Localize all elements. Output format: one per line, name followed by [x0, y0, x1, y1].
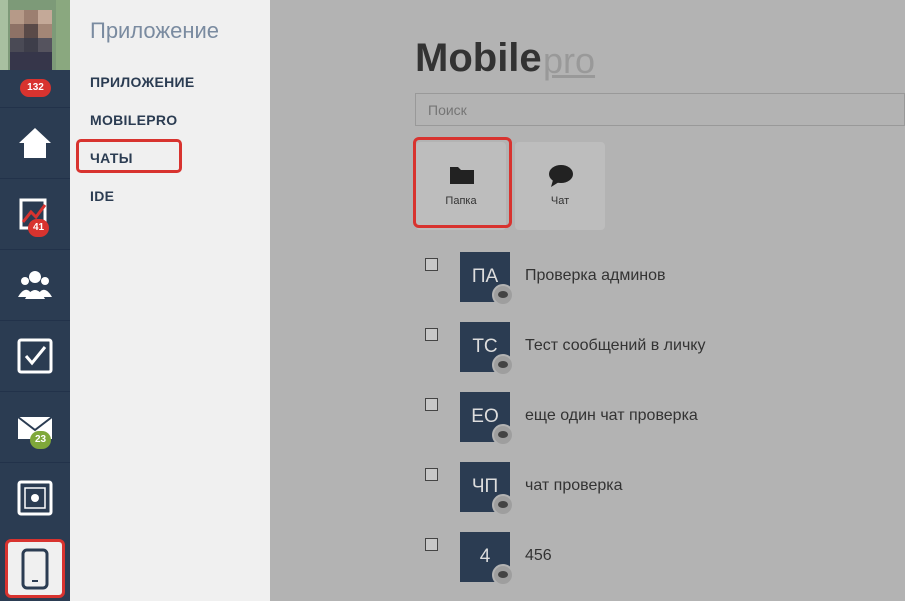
title-suffix-link[interactable]: pro	[543, 40, 595, 82]
search-input[interactable]	[415, 93, 905, 126]
rail-stats[interactable]: 41	[0, 178, 70, 249]
home-icon	[19, 128, 51, 158]
page-title: Mobile	[415, 36, 542, 80]
list-item[interactable]: ЧП чат проверка	[425, 462, 895, 516]
chat-initials: 4	[479, 546, 491, 567]
chat-avatar: ЧП	[460, 462, 514, 516]
folder-tile-highlight	[413, 137, 512, 228]
menu-item-mobilepro[interactable]: MOBILEPRO	[90, 112, 177, 128]
chat-initials: ЕО	[471, 406, 499, 427]
menu-item-app[interactable]: ПРИЛОЖЕНИЕ	[90, 74, 195, 90]
rail-mail[interactable]: 23	[0, 391, 70, 462]
secondary-menu: Приложение ПРИЛОЖЕНИЕ MOBILEPRO ЧАТЫ IDE	[70, 0, 270, 601]
row-checkbox[interactable]	[425, 538, 438, 551]
chat-bubble-icon	[492, 424, 514, 446]
chat-initials: ПА	[471, 266, 499, 287]
chat-initials: ЧП	[471, 476, 499, 497]
chat-tile-label: Чат	[550, 195, 570, 207]
checkbox-icon	[17, 338, 53, 374]
rail-mobile[interactable]	[5, 539, 65, 598]
chat-bubble-icon	[492, 284, 514, 306]
stats-badge: 41	[28, 219, 50, 237]
chat-name[interactable]: чат проверка	[525, 477, 622, 495]
mobile-icon	[21, 548, 49, 590]
chat-bubble-icon	[549, 165, 573, 187]
chat-avatar: ТС	[460, 322, 514, 376]
chat-bubble-icon	[492, 494, 514, 516]
rail-tasks[interactable]	[0, 320, 70, 391]
rail-users[interactable]	[0, 249, 70, 320]
row-checkbox[interactable]	[425, 328, 438, 341]
chat-avatar: ЕО	[460, 392, 514, 446]
menu-title: Приложение	[90, 18, 220, 43]
chat-bubble-icon	[492, 354, 514, 376]
main-content: Mobile pro Папка Чат ПА Проверка админов…	[270, 0, 905, 601]
notification-badge: 132	[20, 79, 51, 97]
row-checkbox[interactable]	[425, 398, 438, 411]
chat-name[interactable]: еще один чат проверка	[525, 407, 698, 425]
safe-icon	[17, 480, 53, 516]
chat-tile[interactable]: Чат	[515, 142, 605, 230]
chat-bubble-icon	[492, 564, 514, 586]
rail-home[interactable]	[0, 107, 70, 178]
menu-item-ide[interactable]: IDE	[90, 188, 114, 204]
list-item[interactable]: ТС Тест сообщений в личку	[425, 322, 895, 376]
mail-badge: 23	[30, 431, 52, 449]
chat-initials: ТС	[472, 336, 498, 357]
icon-rail: 132 41 23	[0, 0, 70, 601]
rail-storage[interactable]	[0, 462, 70, 533]
chat-name[interactable]: 456	[525, 547, 552, 565]
row-checkbox[interactable]	[425, 258, 438, 271]
list-item[interactable]: 4 456	[425, 532, 895, 586]
list-item[interactable]: ЕО еще один чат проверка	[425, 392, 895, 446]
chat-name[interactable]: Проверка админов	[525, 267, 666, 285]
avatar[interactable]	[0, 0, 70, 70]
list-item[interactable]: ПА Проверка админов	[425, 252, 895, 306]
chat-name[interactable]: Тест сообщений в личку	[525, 337, 705, 355]
chat-avatar: ПА	[460, 252, 514, 306]
users-icon	[18, 271, 52, 299]
row-checkbox[interactable]	[425, 468, 438, 481]
menu-item-chats[interactable]: ЧАТЫ	[90, 150, 133, 166]
chat-avatar: 4	[460, 532, 514, 586]
